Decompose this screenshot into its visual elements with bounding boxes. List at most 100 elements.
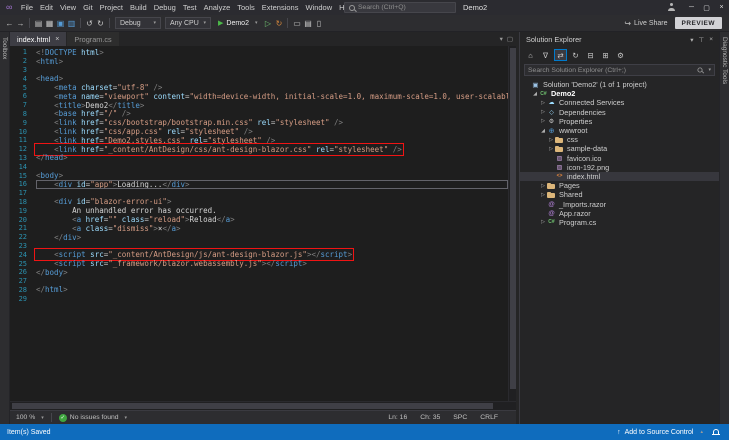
line-number[interactable]: 1	[10, 48, 32, 56]
tree-item-wwwroot[interactable]: ◢ ⊕ wwwroot	[520, 126, 719, 135]
save-icon[interactable]: ▣	[55, 18, 66, 29]
tab-program-cs[interactable]: Program.cs	[67, 32, 119, 46]
maximize-button[interactable]: ▢	[699, 0, 714, 15]
menu-debug[interactable]: Debug	[150, 3, 179, 12]
line-number[interactable]: 19	[10, 207, 32, 215]
code-line-22[interactable]: 22 </div>	[10, 233, 508, 242]
sync-with-active-document-icon[interactable]: ⇄	[554, 49, 567, 61]
column-indicator[interactable]: Ch: 35	[420, 414, 440, 421]
menu-project[interactable]: Project	[96, 3, 126, 12]
undo-icon[interactable]: ↺	[84, 18, 95, 29]
code-line-23[interactable]: 23	[10, 242, 508, 251]
line-number[interactable]: 26	[10, 268, 32, 276]
show-all-files-icon[interactable]: ⊞	[599, 49, 612, 61]
line-number[interactable]: 11	[10, 136, 32, 144]
chevron-right-icon[interactable]: ▷	[539, 192, 547, 198]
bookmark-icon[interactable]: ▯	[313, 18, 324, 29]
horizontal-scrollbar[interactable]	[10, 401, 516, 410]
chevron-right-icon[interactable]: ▷	[539, 100, 547, 106]
pin-icon[interactable]: ⊤	[699, 36, 705, 44]
line-number[interactable]: 17	[10, 189, 32, 197]
tree-item-app-razor[interactable]: @ App.razor	[520, 209, 719, 218]
code-line-14[interactable]: 14	[10, 162, 508, 171]
chevron-right-icon[interactable]: ▷	[539, 183, 547, 189]
code-line-6[interactable]: 6 <meta name="viewport" content="width=d…	[10, 92, 508, 101]
menu-file[interactable]: File	[17, 3, 36, 12]
tree-item-program-cs[interactable]: ▷ C# Program.cs	[520, 218, 719, 227]
live-share-button[interactable]: ↪ Live Share	[624, 19, 667, 28]
minimize-button[interactable]: ─	[684, 0, 699, 15]
code-line-3[interactable]: 3	[10, 66, 508, 75]
code-line-12[interactable]: 12 <link href="_content/AntDesign/css/an…	[10, 142, 508, 156]
chevron-right-icon[interactable]: ▷	[547, 137, 555, 143]
code-line-26[interactable]: 26 </body>	[10, 268, 508, 277]
toolbox-tab[interactable]: Toolbox	[1, 37, 8, 424]
code-line-29[interactable]: 29	[10, 294, 508, 303]
tree-item-connected-services[interactable]: ▷ ☁ Connected Services	[520, 98, 719, 107]
platform-dropdown[interactable]: Any CPU ▾	[165, 17, 211, 29]
code-line-8[interactable]: 8 <base href="/" />	[10, 109, 508, 118]
global-search-input[interactable]	[358, 4, 455, 11]
line-ending-indicator[interactable]: CRLF	[480, 414, 498, 421]
preview-badge[interactable]: PREVIEW	[674, 17, 722, 29]
new-project-icon[interactable]: ▤	[33, 18, 44, 29]
menu-build[interactable]: Build	[127, 3, 151, 12]
code-line-1[interactable]: 1 <!DOCTYPE html>	[10, 48, 508, 57]
line-number[interactable]: 6	[10, 92, 32, 100]
menu-edit[interactable]: Edit	[37, 3, 57, 12]
refresh-icon[interactable]: ↻	[569, 49, 582, 61]
tree-item-pages[interactable]: ▷ Pages	[520, 181, 719, 190]
tree-item-demo2[interactable]: ◢ C# Demo2	[520, 89, 719, 98]
code-line-17[interactable]: 17	[10, 189, 508, 198]
line-number[interactable]: 7	[10, 101, 32, 109]
code-line-16[interactable]: 16 <div id="app">Loading...</div>	[10, 179, 508, 189]
chevron-right-icon[interactable]: ▷	[539, 109, 547, 115]
code-line-4[interactable]: 4 <head>	[10, 74, 508, 83]
chevron-down-icon[interactable]: ◢	[531, 91, 539, 97]
code-line-5[interactable]: 5 <meta charset="utf-8" />	[10, 83, 508, 92]
properties-icon[interactable]: ⚙	[614, 49, 627, 61]
line-number[interactable]: 9	[10, 119, 32, 127]
vertical-scrollbar[interactable]	[508, 46, 516, 401]
global-search-box[interactable]	[344, 2, 456, 13]
line-number[interactable]: 5	[10, 84, 32, 92]
tree-item-index-html[interactable]: <> index.html	[520, 171, 719, 182]
code-line-2[interactable]: 2 <html>	[10, 57, 508, 66]
tree-item-sample-data[interactable]: ▷ sample-data	[520, 144, 719, 153]
code-line-28[interactable]: 28 </html>	[10, 285, 508, 294]
hot-reload-icon[interactable]: ↻	[273, 18, 284, 29]
line-number[interactable]: 10	[10, 128, 32, 136]
menu-extensions[interactable]: Extensions	[258, 3, 302, 12]
scrollbar-thumb[interactable]	[510, 48, 516, 389]
close-tab-icon[interactable]: ×	[55, 36, 59, 43]
code-line-15[interactable]: 15 <body>	[10, 171, 508, 180]
close-button[interactable]: ×	[714, 0, 729, 15]
add-to-source-control-button[interactable]: Add to Source Control	[625, 429, 694, 436]
find-in-files-icon[interactable]: ▭	[291, 18, 302, 29]
line-number[interactable]: 15	[10, 172, 32, 180]
line-number[interactable]: 20	[10, 216, 32, 224]
spaces-indicator[interactable]: SPC	[453, 414, 467, 421]
forward-icon[interactable]: →	[15, 18, 26, 29]
line-number[interactable]: 16	[10, 180, 32, 188]
solution-search-box[interactable]: ▾	[524, 64, 715, 76]
code-line-19[interactable]: 19 An unhandled error has occurred.	[10, 206, 508, 215]
code-line-18[interactable]: 18 <div id="blazor-error-ui">	[10, 197, 508, 206]
chevron-down-icon[interactable]: ◢	[539, 128, 547, 134]
menu-window[interactable]: Window	[302, 3, 336, 12]
menu-view[interactable]: View	[56, 3, 79, 12]
line-indicator[interactable]: Ln: 16	[388, 414, 407, 421]
collapse-all-icon[interactable]: ⊟	[584, 49, 597, 61]
menu-git[interactable]: Git	[80, 3, 97, 12]
code-line-27[interactable]: 27	[10, 277, 508, 286]
menu-tools[interactable]: Tools	[234, 3, 259, 12]
line-number[interactable]: 13	[10, 154, 32, 162]
line-number[interactable]: 22	[10, 233, 32, 241]
toolbar-options-icon[interactable]: ▾	[690, 36, 693, 44]
code-area[interactable]: 1 <!DOCTYPE html> 2 <html> 3 4 <head> 5 <meta c…	[10, 46, 508, 401]
solution-search-input[interactable]	[528, 66, 696, 74]
menu-analyze[interactable]: Analyze	[200, 3, 234, 12]
line-number[interactable]: 25	[10, 260, 32, 268]
user-account-icon[interactable]	[667, 3, 676, 12]
tree-item-imports-razor[interactable]: @ _Imports.razor	[520, 199, 719, 209]
